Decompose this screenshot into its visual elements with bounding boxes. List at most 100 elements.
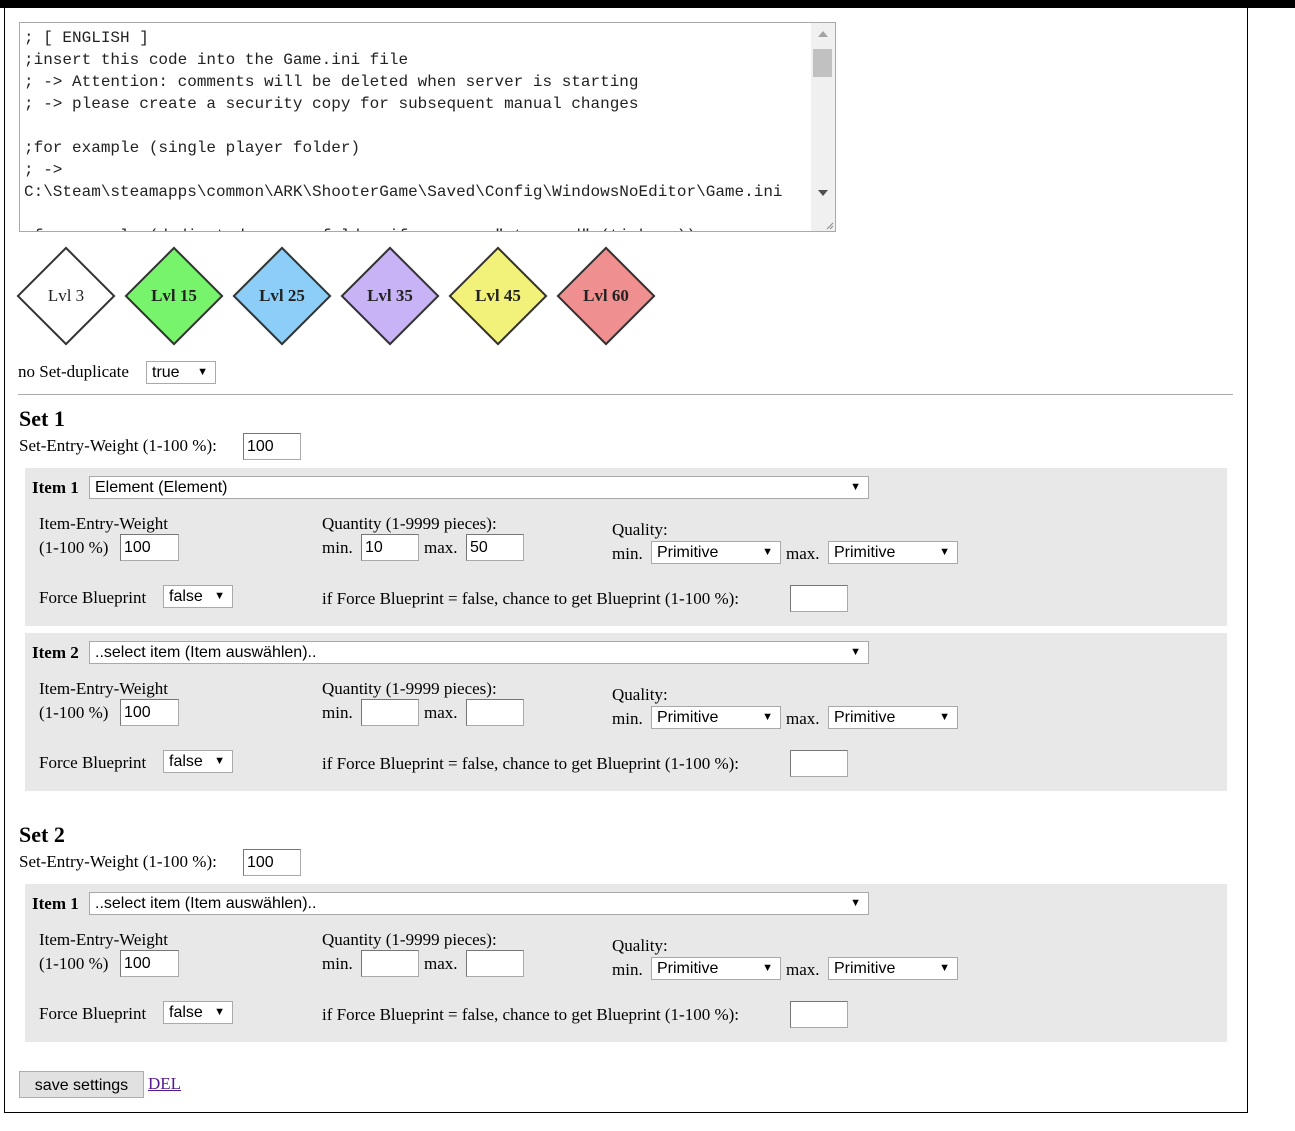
caret-down-icon: ▼	[214, 755, 225, 767]
item-entry-weight-label: Item-Entry-Weight	[39, 514, 168, 533]
level-diamond[interactable]: Lvl 3	[16, 246, 116, 346]
force-blueprint-label: Force Blueprint	[39, 753, 147, 772]
caret-down-icon: ▼	[850, 646, 861, 658]
blueprint-chance-label: if Force Blueprint = false, chance to ge…	[322, 754, 739, 773]
quantity-min-label: min.	[322, 703, 353, 722]
level-diamond[interactable]: Lvl 60	[556, 246, 656, 346]
force-blueprint-label: Force Blueprint	[39, 1004, 147, 1023]
force-blueprint-select[interactable]: false ▼	[163, 585, 233, 608]
level-label: Lvl 25	[259, 286, 305, 305]
item-label: Item 2	[32, 643, 79, 662]
code-line: ; [ ENGLISH ]	[24, 29, 149, 47]
level-label: Lvl 3	[47, 286, 85, 305]
quantity-max-label: max.	[424, 703, 458, 722]
save-settings-button[interactable]: save settings	[19, 1071, 144, 1098]
set-title: Set 2	[19, 822, 65, 847]
item-select-value: ..select item (Item auswählen)..	[95, 644, 317, 661]
caret-down-icon: ▼	[762, 711, 773, 723]
item-select[interactable]: ..select item (Item auswählen).. ▼	[89, 641, 869, 664]
scroll-up-icon[interactable]	[818, 31, 828, 37]
caret-down-icon: ▼	[850, 481, 861, 493]
set-title: Set 1	[19, 406, 65, 431]
quality-min-select[interactable]: Primitive ▼	[651, 541, 781, 564]
blueprint-chance-input[interactable]	[790, 750, 848, 777]
quality-min-label: min.	[612, 709, 643, 728]
caret-down-icon: ▼	[939, 546, 950, 558]
item-entry-weight-range: (1-100 %)	[39, 703, 109, 722]
level-diamond[interactable]: Lvl 15	[124, 246, 224, 346]
quantity-min-label: min.	[322, 538, 353, 557]
quality-min-select[interactable]: Primitive ▼	[651, 706, 781, 729]
quality-min-select-value: Primitive	[657, 544, 719, 561]
quantity-min-input[interactable]: 10	[361, 534, 419, 561]
quantity-max-label: max.	[424, 954, 458, 973]
quality-max-label: max.	[786, 709, 820, 728]
quality-label: Quality:	[612, 685, 668, 704]
code-line: ; ->	[24, 161, 63, 179]
caret-down-icon: ▼	[762, 546, 773, 558]
item-entry-weight-label: Item-Entry-Weight	[39, 930, 168, 949]
quantity-min-input[interactable]	[361, 699, 419, 726]
caret-down-icon: ▼	[214, 1006, 225, 1018]
quality-min-select[interactable]: Primitive ▼	[651, 957, 781, 980]
level-diamond[interactable]: Lvl 25	[232, 246, 332, 346]
item-select-value: Element (Element)	[95, 479, 228, 496]
blueprint-chance-input[interactable]	[790, 1001, 848, 1028]
item-select[interactable]: ..select item (Item auswählen).. ▼	[89, 892, 869, 915]
quantity-label: Quantity (1-9999 pieces):	[322, 930, 497, 949]
scroll-down-icon[interactable]	[818, 190, 828, 196]
quantity-min-label: min.	[322, 954, 353, 973]
resize-grip-icon[interactable]	[825, 221, 834, 230]
level-label: Lvl 45	[475, 286, 521, 305]
quality-min-label: min.	[612, 544, 643, 563]
code-textarea[interactable]: ; [ ENGLISH ] ;insert this code into the …	[19, 22, 836, 232]
item-entry-weight-input[interactable]: 100	[120, 950, 179, 977]
top-black-bar	[0, 0, 1295, 8]
code-text: ; [ ENGLISH ] ;insert this code into the …	[24, 27, 814, 231]
code-line: ; -> please create a security copy for s…	[24, 95, 639, 113]
code-line: ;insert this code into the Game.ini file	[24, 51, 409, 69]
no-set-duplicate-select[interactable]: true ▼	[146, 361, 216, 384]
item-select[interactable]: Element (Element) ▼	[89, 476, 869, 499]
quantity-min-input[interactable]	[361, 950, 419, 977]
force-blueprint-select[interactable]: false ▼	[163, 1001, 233, 1024]
item-label: Item 1	[32, 478, 79, 497]
caret-down-icon: ▼	[197, 366, 208, 378]
set-entry-weight-input[interactable]: 100	[243, 849, 301, 876]
quality-max-select[interactable]: Primitive ▼	[828, 706, 958, 729]
quality-max-select-value: Primitive	[834, 709, 896, 726]
force-blueprint-label: Force Blueprint	[39, 588, 147, 607]
set-entry-weight-label: Set-Entry-Weight (1-100 %):	[19, 436, 217, 455]
scroll-thumb[interactable]	[813, 49, 832, 77]
item-label: Item 1	[32, 894, 79, 913]
item-entry-weight-input[interactable]: 100	[120, 534, 179, 561]
vertical-scrollbar[interactable]	[811, 23, 835, 231]
set-entry-weight-input[interactable]: 100	[243, 433, 301, 460]
caret-down-icon: ▼	[939, 962, 950, 974]
blueprint-chance-input[interactable]	[790, 585, 848, 612]
quantity-max-input[interactable]	[466, 699, 524, 726]
level-diamond[interactable]: Lvl 35	[340, 246, 440, 346]
quantity-label: Quantity (1-9999 pieces):	[322, 679, 497, 698]
quantity-max-input[interactable]	[466, 950, 524, 977]
quality-max-label: max.	[786, 544, 820, 563]
level-diamond[interactable]: Lvl 45	[448, 246, 548, 346]
level-label: Lvl 60	[583, 286, 629, 305]
del-link[interactable]: DEL	[148, 1074, 181, 1094]
item-select-value: ..select item (Item auswählen)..	[95, 895, 317, 912]
force-blueprint-select[interactable]: false ▼	[163, 750, 233, 773]
quality-min-select-value: Primitive	[657, 960, 719, 977]
force-blueprint-select-value: false	[169, 588, 203, 605]
quality-max-select[interactable]: Primitive ▼	[828, 541, 958, 564]
quality-max-label: max.	[786, 960, 820, 979]
divider	[18, 394, 1233, 395]
quantity-max-input[interactable]: 50	[466, 534, 524, 561]
quality-max-select-value: Primitive	[834, 960, 896, 977]
item-entry-weight-input[interactable]: 100	[120, 699, 179, 726]
quality-max-select[interactable]: Primitive ▼	[828, 957, 958, 980]
force-blueprint-select-value: false	[169, 1004, 203, 1021]
force-blueprint-select-value: false	[169, 753, 203, 770]
item-entry-weight-label: Item-Entry-Weight	[39, 679, 168, 698]
quantity-max-label: max.	[424, 538, 458, 557]
code-line: ;for example (single player folder)	[24, 139, 361, 157]
